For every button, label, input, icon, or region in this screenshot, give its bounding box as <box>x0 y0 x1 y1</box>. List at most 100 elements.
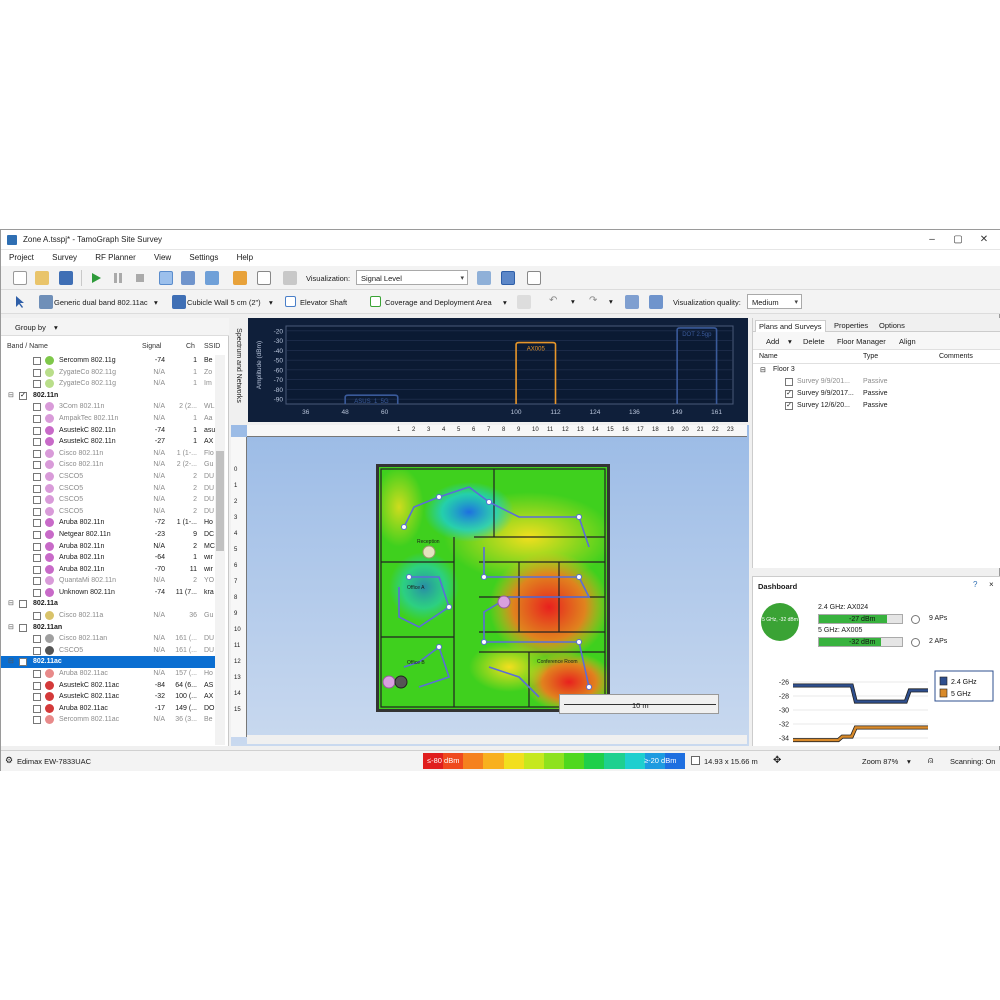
ap-row[interactable]: Cisco 802.11an N/A 161 (... DU <box>1 633 215 645</box>
ap-row[interactable]: Unknown 802.11n -74 11 (7... kra <box>1 587 215 599</box>
ap-row[interactable]: Aruba 802.11n -72 1 (1-... Ho <box>1 517 215 529</box>
gear-icon[interactable] <box>911 615 920 624</box>
ap-row[interactable]: 3Com 802.11n N/A 2 (2... WL <box>1 401 215 413</box>
chevron-down-icon[interactable]: ▾ <box>269 298 273 307</box>
floor-manager-button[interactable]: Floor Manager <box>837 337 886 346</box>
ap-row[interactable]: Aruba 802.11ac -17 149 (... DO <box>1 703 215 715</box>
ap-row[interactable]: Aruba 802.11ac N/A 157 (... Ho <box>1 668 215 680</box>
band-checkbox[interactable] <box>19 658 27 667</box>
continuous-mode-icon[interactable] <box>181 271 195 285</box>
wall-type-select[interactable]: Cubicle Wall 5 cm (2") <box>187 298 261 307</box>
ap-row[interactable]: CSCO5 N/A 2 DU <box>1 506 215 518</box>
chevron-down-icon[interactable]: ▾ <box>907 757 911 766</box>
spectrum-side-tab[interactable]: Spectrum and Networks <box>231 318 247 422</box>
ap-row[interactable]: Netgear 802.11n -23 9 DC <box>1 529 215 541</box>
survey-row[interactable]: ✓ Survey 9/9/2017... Passive <box>753 388 1000 400</box>
collapse-icon[interactable]: ⊟ <box>8 391 14 399</box>
redo-icon[interactable]: ↷ <box>589 295 597 306</box>
notes-icon[interactable] <box>257 271 271 285</box>
ap-checkbox[interactable] <box>33 426 41 435</box>
survey-mode-icon[interactable] <box>159 271 173 285</box>
report-icon[interactable] <box>527 271 541 285</box>
floor-row[interactable]: ⊟ Floor 3 <box>753 364 1000 376</box>
gps-icon[interactable] <box>205 271 219 285</box>
ap-checkbox[interactable] <box>33 414 41 423</box>
ap-row[interactable]: Cisco 802.11a N/A 36 Gu <box>1 610 215 622</box>
ap-checkbox[interactable] <box>33 380 41 389</box>
filter-icon[interactable] <box>283 271 297 285</box>
ap-row[interactable]: AmpakTec 802.11n N/A 1 Aa <box>1 413 215 425</box>
ap-checkbox[interactable] <box>33 507 41 516</box>
maximize-button[interactable]: ▢ <box>945 232 971 248</box>
attenuation-icon[interactable] <box>517 295 531 309</box>
menu-survey[interactable]: Survey <box>44 250 85 262</box>
menu-project[interactable]: Project <box>1 250 42 262</box>
band-checkbox[interactable] <box>19 600 27 609</box>
ap-row[interactable]: Aruba 802.11n -64 1 wir <box>1 552 215 564</box>
column-type[interactable]: Type <box>863 353 878 360</box>
ap-row[interactable]: Aruba 802.11n -70 11 wir <box>1 564 215 576</box>
survey-checkbox[interactable]: ✓ <box>785 402 793 410</box>
ap-row[interactable]: CSCO5 N/A 161 (... DU <box>1 645 215 657</box>
chevron-down-icon[interactable]: ▾ <box>571 297 575 306</box>
visualization-settings-icon[interactable] <box>477 271 491 285</box>
help-icon[interactable]: ? <box>973 580 977 589</box>
chevron-down-icon[interactable]: ▾ <box>154 298 158 307</box>
ap-checkbox[interactable] <box>33 588 41 597</box>
ap-row[interactable]: CSCO5 N/A 2 DU <box>1 494 215 506</box>
ap-checkbox[interactable] <box>33 519 41 528</box>
plan-horizontal-scrollbar[interactable] <box>247 735 747 744</box>
undo-icon[interactable]: ↶ <box>549 295 557 306</box>
ap-checkbox[interactable] <box>33 484 41 493</box>
new-file-icon[interactable] <box>13 271 27 285</box>
band-checkbox[interactable] <box>19 623 27 632</box>
ap-checkbox[interactable] <box>33 554 41 563</box>
microphone-icon[interactable]: ⍝ <box>928 755 933 766</box>
ap-row[interactable]: ZygateCo 802.11g N/A 1 Zo <box>1 367 215 379</box>
menu-help[interactable]: Help <box>229 250 261 262</box>
ap-checkbox[interactable] <box>33 449 41 458</box>
ap-checkbox[interactable] <box>33 357 41 365</box>
ap-row[interactable]: Cisco 802.11n N/A 2 (2-... Gu <box>1 459 215 471</box>
column-channel[interactable]: Ch <box>186 343 195 350</box>
ap-row[interactable]: Sercomm 802.11ac N/A 36 (3... Be <box>1 714 215 726</box>
close-icon[interactable]: × <box>989 580 994 589</box>
band-group-row[interactable]: ⊟ 802.11an <box>1 622 215 634</box>
group-by-button[interactable]: Group by ▾ <box>1 318 229 336</box>
ap-checkbox[interactable] <box>33 635 41 644</box>
band-group-row[interactable]: ⊟ 802.11ac <box>1 656 215 669</box>
ap-row[interactable]: AsustekC 802.11ac -32 100 (... AX <box>1 691 215 703</box>
ap-checkbox[interactable] <box>33 542 41 551</box>
floor-plan-canvas[interactable]: 1 2 3 4 5 6 7 8 9 10 11 12 13 14 15 16 17 18 19 20 21 22 23 01… <box>231 425 749 746</box>
survey-checkbox[interactable] <box>785 378 793 386</box>
ap-row[interactable]: CSCO5 N/A 2 DU <box>1 483 215 495</box>
gear-icon[interactable] <box>911 638 920 647</box>
ap-placement-icon[interactable] <box>233 271 247 285</box>
menu-rf-planner[interactable]: RF Planner <box>87 250 143 262</box>
chevron-down-icon[interactable]: ▾ <box>609 297 613 306</box>
ap-checkbox[interactable] <box>33 368 41 377</box>
capacity-icon[interactable] <box>649 295 663 309</box>
open-folder-icon[interactable] <box>35 271 49 285</box>
collapse-icon[interactable]: ⊟ <box>760 366 766 374</box>
collapse-icon[interactable]: ⊟ <box>8 623 14 631</box>
ap-row[interactable]: QuantaMi 802.11n N/A 2 YO <box>1 575 215 587</box>
visualization-select[interactable]: Signal Level ▾ <box>356 270 468 285</box>
ap-checkbox[interactable] <box>33 461 41 470</box>
ap-row[interactable]: Aruba 802.11n N/A 2 MC <box>1 541 215 553</box>
ap-checkbox[interactable] <box>33 716 41 725</box>
pause-icon[interactable] <box>111 271 125 285</box>
ap-checkbox[interactable] <box>33 472 41 481</box>
survey-checkbox[interactable]: ✓ <box>785 390 793 398</box>
menu-settings[interactable]: Settings <box>181 250 226 262</box>
ap-checkbox[interactable] <box>33 612 41 621</box>
column-band-name[interactable]: Band / Name <box>7 343 48 350</box>
band-checkbox[interactable]: ✓ <box>19 391 27 400</box>
grid-view-icon[interactable] <box>501 271 515 285</box>
auto-placement-icon[interactable] <box>625 295 639 309</box>
move-icon[interactable]: ✥ <box>773 755 781 766</box>
elevator-shaft-button[interactable]: Elevator Shaft <box>300 298 347 307</box>
tab-properties[interactable]: Properties <box>831 320 871 331</box>
ap-checkbox[interactable] <box>33 438 41 447</box>
adapter-name[interactable]: Edimax EW-7833UAC <box>17 757 91 766</box>
